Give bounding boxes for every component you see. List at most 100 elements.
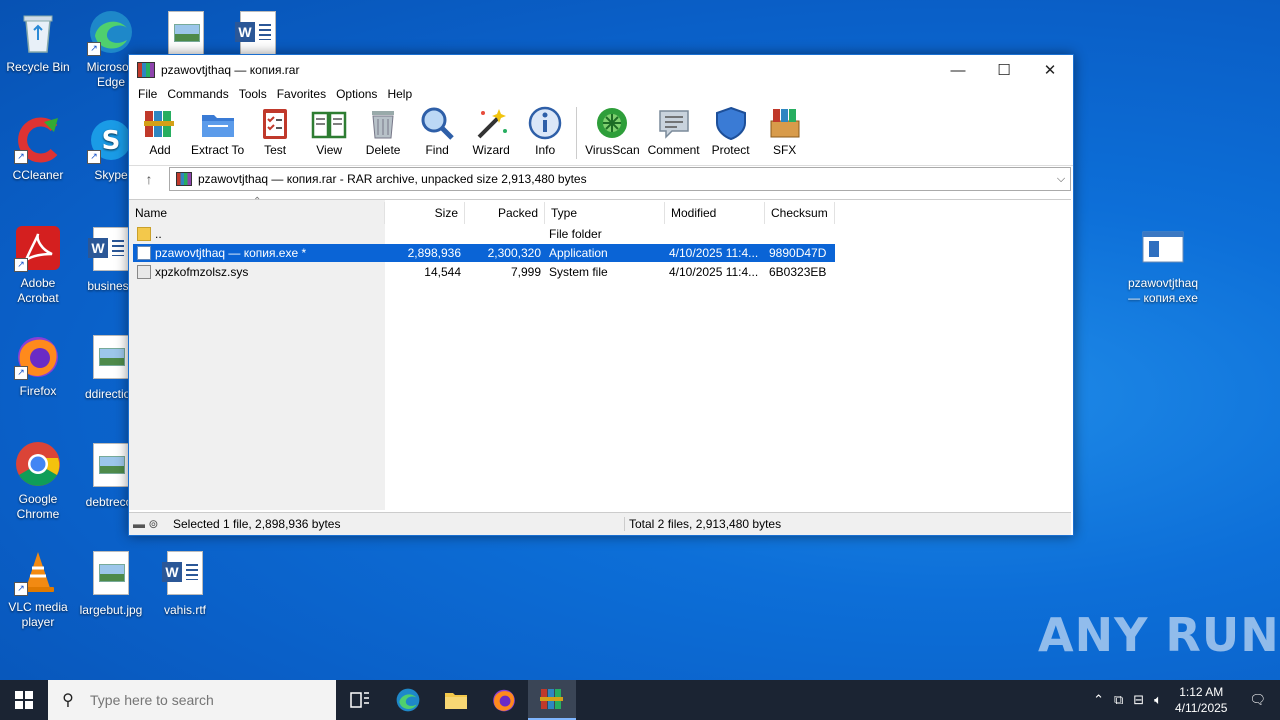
file-list: Name Size Packed Type Modified Checksum … bbox=[129, 196, 1071, 510]
edge-icon: ↗ bbox=[87, 8, 135, 56]
svg-text:S: S bbox=[102, 126, 121, 156]
column-type-header[interactable]: Type bbox=[545, 202, 665, 224]
menu-file[interactable]: File bbox=[133, 87, 162, 101]
table-row-selected[interactable]: pzawovtjthaq — копия.exe * 2,898,936 2,3… bbox=[133, 244, 835, 262]
toolbar: Add Extract To Test View Delete Find Wiz… bbox=[129, 103, 1073, 165]
vlc-cone-icon: ↗ bbox=[14, 548, 62, 596]
shortcut-arrow-icon: ↗ bbox=[14, 150, 28, 164]
table-row[interactable]: .. File folder bbox=[133, 225, 835, 243]
menu-tools[interactable]: Tools bbox=[234, 87, 272, 101]
search-icon: ⚲ bbox=[62, 692, 74, 709]
virusscan-button[interactable]: VirusScan bbox=[585, 105, 640, 157]
menu-options[interactable]: Options bbox=[331, 87, 382, 101]
desktop-icon-google-chrome[interactable]: Google Chrome bbox=[0, 440, 76, 522]
desktop-icon-largebut[interactable]: largebut.jpg bbox=[73, 548, 149, 618]
chevron-down-icon[interactable]: ⌵ bbox=[1052, 173, 1070, 186]
virus-bug-icon bbox=[597, 108, 628, 138]
image-file-icon bbox=[87, 551, 135, 599]
table-row[interactable]: xpzkofmzolsz.sys 14,544 7,999 System fil… bbox=[133, 263, 835, 281]
shortcut-arrow-icon: ↗ bbox=[87, 150, 101, 164]
menu-commands[interactable]: Commands bbox=[162, 87, 233, 101]
list-header: Name Size Packed Type Modified Checksum bbox=[129, 202, 835, 224]
desktop-icon-adobe-acrobat[interactable]: ↗ Adobe Acrobat bbox=[0, 224, 76, 306]
chevron-up-icon[interactable]: ⌃ bbox=[1088, 692, 1109, 708]
windows-logo-icon bbox=[15, 691, 33, 709]
wizard-button[interactable]: Wizard bbox=[468, 105, 514, 157]
task-view-button[interactable] bbox=[336, 680, 384, 720]
sort-arrow-icon: ⌃ bbox=[253, 196, 262, 207]
icon-label: Recycle Bin bbox=[6, 60, 70, 74]
icon-label: largebut.jpg bbox=[79, 603, 143, 617]
system-tray: ⌃ ⧉ ⊟ 🔈︎ 1:12 AM 4/11/2025 🗨︎ bbox=[1088, 680, 1280, 720]
close-button[interactable]: ✕ bbox=[1027, 55, 1073, 85]
menu-favorites[interactable]: Favorites bbox=[272, 87, 331, 101]
comment-icon bbox=[658, 110, 689, 139]
desktop-icon-vahis[interactable]: W vahis.rtf bbox=[147, 548, 223, 618]
search-input[interactable] bbox=[88, 691, 322, 709]
magic-wand-icon bbox=[477, 109, 508, 139]
status-selected: Selected 1 file, 2,898,936 bytes bbox=[173, 517, 341, 531]
taskbar-search[interactable]: ⚲ bbox=[48, 680, 336, 720]
device-icon[interactable]: ⧉ bbox=[1109, 692, 1128, 708]
desktop-icon-vlc[interactable]: ↗ VLC media player bbox=[0, 548, 76, 630]
minimize-button[interactable]: — bbox=[935, 55, 981, 85]
sfx-button[interactable]: SFX bbox=[762, 105, 808, 157]
shortcut-arrow-icon: ↗ bbox=[87, 42, 101, 56]
shortcut-arrow-icon: ↗ bbox=[14, 366, 28, 380]
desktop-icon-pzawovtjthaq-exe[interactable]: pzawovtjthaq — копия.exe bbox=[1124, 224, 1202, 306]
extract-to-button[interactable]: Extract To bbox=[191, 105, 244, 157]
desktop-icon-recycle-bin[interactable]: Recycle Bin bbox=[0, 8, 76, 75]
rar-archive-icon bbox=[176, 172, 192, 186]
winrar-icon bbox=[540, 689, 563, 709]
image-file-icon bbox=[162, 11, 210, 59]
archive-path-box[interactable]: pzawovtjthaq — копия.rar - RAR archive, … bbox=[169, 167, 1071, 191]
title-bar[interactable]: pzawovtjthaq — копия.rar — ☐ ✕ bbox=[129, 55, 1073, 85]
taskbar-edge[interactable] bbox=[384, 680, 432, 720]
icon-label: Firefox bbox=[19, 384, 57, 398]
view-button[interactable]: View bbox=[306, 105, 352, 157]
edge-icon bbox=[396, 688, 420, 712]
shortcut-arrow-icon: ↗ bbox=[14, 582, 28, 596]
icon-label: Google Chrome bbox=[16, 492, 60, 521]
folder-extract-icon bbox=[201, 115, 234, 137]
books-add-icon bbox=[144, 111, 174, 137]
taskbar-firefox[interactable] bbox=[480, 680, 528, 720]
column-size-header[interactable]: Size bbox=[385, 202, 465, 224]
notifications-icon[interactable]: 🗨︎ bbox=[1235, 692, 1280, 708]
sfx-box-icon bbox=[770, 109, 800, 138]
desktop-icon-firefox[interactable]: ↗ Firefox bbox=[0, 332, 76, 399]
volume-icon[interactable]: 🔈︎ bbox=[1149, 692, 1167, 708]
clock-date: 4/11/2025 bbox=[1174, 701, 1228, 715]
up-arrow-icon[interactable]: ↑ bbox=[129, 171, 169, 187]
info-icon bbox=[528, 106, 562, 140]
menu-bar: File Commands Tools Favorites Options He… bbox=[129, 85, 1073, 103]
find-button[interactable]: Find bbox=[414, 105, 460, 157]
folder-icon bbox=[137, 227, 151, 242]
info-button[interactable]: Info bbox=[522, 105, 568, 157]
executable-icon bbox=[137, 246, 151, 261]
menu-help[interactable]: Help bbox=[382, 87, 417, 101]
icon-label: pzawovtjthaq — копия.exe bbox=[1127, 276, 1199, 305]
start-button[interactable] bbox=[0, 680, 48, 720]
network-icon[interactable]: ⊟ bbox=[1128, 692, 1149, 708]
shortcut-arrow-icon: ↗ bbox=[14, 258, 28, 272]
clock-time: 1:12 AM bbox=[1179, 685, 1224, 699]
protect-button[interactable]: Protect bbox=[708, 105, 754, 157]
test-button[interactable]: Test bbox=[252, 105, 298, 157]
drive-key-icon: ▬ ⊚ bbox=[133, 517, 159, 531]
maximize-button[interactable]: ☐ bbox=[981, 55, 1027, 85]
add-button[interactable]: Add bbox=[137, 105, 183, 157]
acrobat-icon: ↗ bbox=[14, 224, 62, 272]
clock[interactable]: 1:12 AM 4/11/2025 bbox=[1167, 684, 1236, 716]
comment-button[interactable]: Comment bbox=[648, 105, 700, 157]
open-book-icon bbox=[311, 111, 347, 139]
desktop-icon-ccleaner[interactable]: ↗ CCleaner bbox=[0, 116, 76, 183]
icon-label: CCleaner bbox=[12, 168, 64, 182]
address-bar: ↑ pzawovtjthaq — копия.rar - RAR archive… bbox=[129, 165, 1073, 192]
taskbar-winrar-active[interactable] bbox=[528, 680, 576, 720]
column-modified-header[interactable]: Modified bbox=[665, 202, 765, 224]
column-packed-header[interactable]: Packed bbox=[465, 202, 545, 224]
taskbar-file-explorer[interactable] bbox=[432, 680, 480, 720]
delete-button[interactable]: Delete bbox=[360, 105, 406, 157]
column-checksum-header[interactable]: Checksum bbox=[765, 202, 835, 224]
